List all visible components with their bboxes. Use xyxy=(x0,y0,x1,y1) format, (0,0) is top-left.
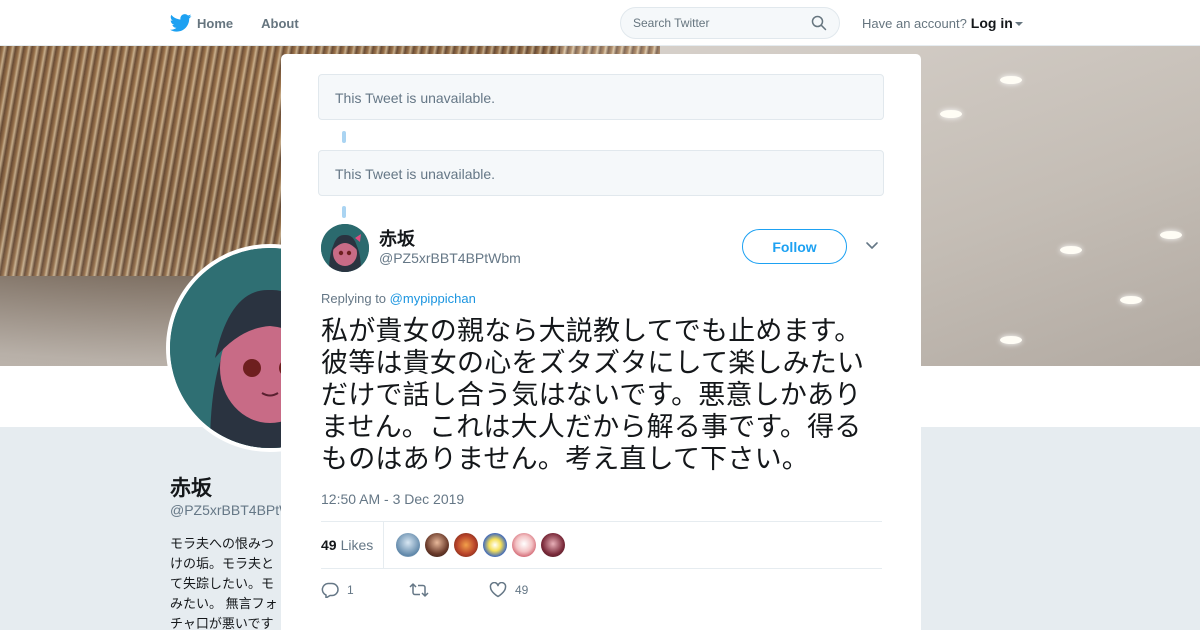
nav-about-label: About xyxy=(261,15,299,31)
ceiling-light xyxy=(1060,246,1082,254)
ceiling-light xyxy=(940,110,962,118)
nav-left: Home About xyxy=(170,0,327,46)
profile-bio-line: チャ口が悪いです xyxy=(170,616,274,630)
tweet-author-avatar[interactable] xyxy=(321,224,369,272)
liker-avatar[interactable] xyxy=(454,533,479,557)
liker-avatar[interactable] xyxy=(396,533,421,557)
thread-connector xyxy=(342,131,346,143)
tweet-text-line: ものはありません。考え直して下さい。 xyxy=(321,444,809,475)
likes-count: 49 xyxy=(321,537,337,553)
tweet-text-line: 私が貴女の親なら大説教してでも止めます。 xyxy=(321,316,862,347)
nav-home-link[interactable]: Home xyxy=(170,14,233,32)
tweet-modal: This Tweet is unavailable. This Tweet is… xyxy=(281,54,921,630)
reply-count: 1 xyxy=(347,583,354,597)
thread-connector xyxy=(342,206,346,218)
ceiling-light xyxy=(1160,231,1182,239)
top-navigation: Home About Search Twitter Have an accoun… xyxy=(0,0,1200,46)
account-area: Have an account? Log in xyxy=(862,15,1023,31)
ceiling-light xyxy=(1000,76,1022,84)
replying-to-link[interactable]: @mypippichan xyxy=(390,291,476,306)
likes-stat[interactable]: 49 Likes xyxy=(321,521,385,569)
retweet-button[interactable] xyxy=(409,582,489,598)
reply-button[interactable]: 1 xyxy=(321,582,409,598)
tweet-actions: 1 49 xyxy=(321,579,882,601)
login-link[interactable]: Log in xyxy=(971,15,1013,31)
twitter-bird-icon xyxy=(170,14,192,32)
liker-avatar[interactable] xyxy=(512,533,537,557)
unavailable-tweet: This Tweet is unavailable. xyxy=(318,74,884,120)
profile-handle: @PZ5xrBBT4BPtWbm xyxy=(170,502,285,518)
tweet-text-line: ません。これは大人だから解る事です。得る xyxy=(321,412,862,443)
profile-bio-line: モラ夫への恨みつ xyxy=(170,536,275,551)
ceiling-light xyxy=(1120,296,1142,304)
tweet-stats: 49 Likes xyxy=(321,521,882,569)
nav-about-link[interactable]: About xyxy=(261,16,299,31)
profile-bio-line: みたい。 無言フォ xyxy=(170,596,278,611)
author-avatar-illustration xyxy=(321,224,369,272)
login-caret-icon[interactable] xyxy=(1014,22,1023,26)
nav-home-label: Home xyxy=(197,15,234,31)
liker-avatar[interactable] xyxy=(541,533,566,557)
like-count: 49 xyxy=(515,583,529,597)
retweet-icon xyxy=(409,583,429,597)
tweet-author-handle[interactable]: @PZ5xrBBT4BPtWbm xyxy=(379,250,521,266)
tweet-text-line: だけで話し合う気はないです。悪意しかあり xyxy=(321,380,862,411)
close-button[interactable] xyxy=(1154,12,1178,36)
chevron-down-icon[interactable] xyxy=(865,241,879,251)
replying-prefix: Replying to xyxy=(321,291,387,306)
follow-button[interactable]: Follow xyxy=(742,229,847,264)
likers-avatars xyxy=(396,533,570,557)
like-button[interactable]: 49 xyxy=(489,582,528,598)
tweet-text: 私が貴女の親なら大説教してでも止めます。 彼等は貴女の心をズタズタにして楽しみた… xyxy=(321,316,887,476)
profile-name: 赤坂 xyxy=(170,477,212,500)
have-account-text: Have an account? xyxy=(862,15,967,31)
profile-bio-line: けの垢。モラ夫と xyxy=(170,556,275,571)
heart-icon xyxy=(489,582,507,598)
tweet-author-name[interactable]: 赤坂 xyxy=(379,225,415,251)
search-input[interactable]: Search Twitter xyxy=(620,7,840,39)
search-icon[interactable] xyxy=(811,15,827,31)
profile-bio: モラ夫への恨みつ けの垢。モラ夫と て失踪したい。モ みたい。 無言フォ チャ口… xyxy=(170,534,285,630)
reply-icon xyxy=(321,582,339,598)
tweet-timestamp[interactable]: 12:50 AM - 3 Dec 2019 xyxy=(321,491,464,507)
nav-right: Search Twitter Have an account? Log in xyxy=(620,0,1023,46)
replying-to: Replying to @mypippichan xyxy=(321,291,476,306)
liker-avatar[interactable] xyxy=(425,533,450,557)
liker-avatar[interactable] xyxy=(483,533,508,557)
unavailable-tweet: This Tweet is unavailable. xyxy=(318,150,884,196)
close-icon xyxy=(1156,14,1176,34)
profile-bio-line: て失踪したい。モ xyxy=(170,576,275,591)
ceiling-light xyxy=(1000,336,1022,344)
likes-label: Likes xyxy=(340,537,374,553)
tweet-text-line: 彼等は貴女の心をズタズタにして楽しみたい xyxy=(321,348,865,379)
search-placeholder: Search Twitter xyxy=(633,16,710,30)
